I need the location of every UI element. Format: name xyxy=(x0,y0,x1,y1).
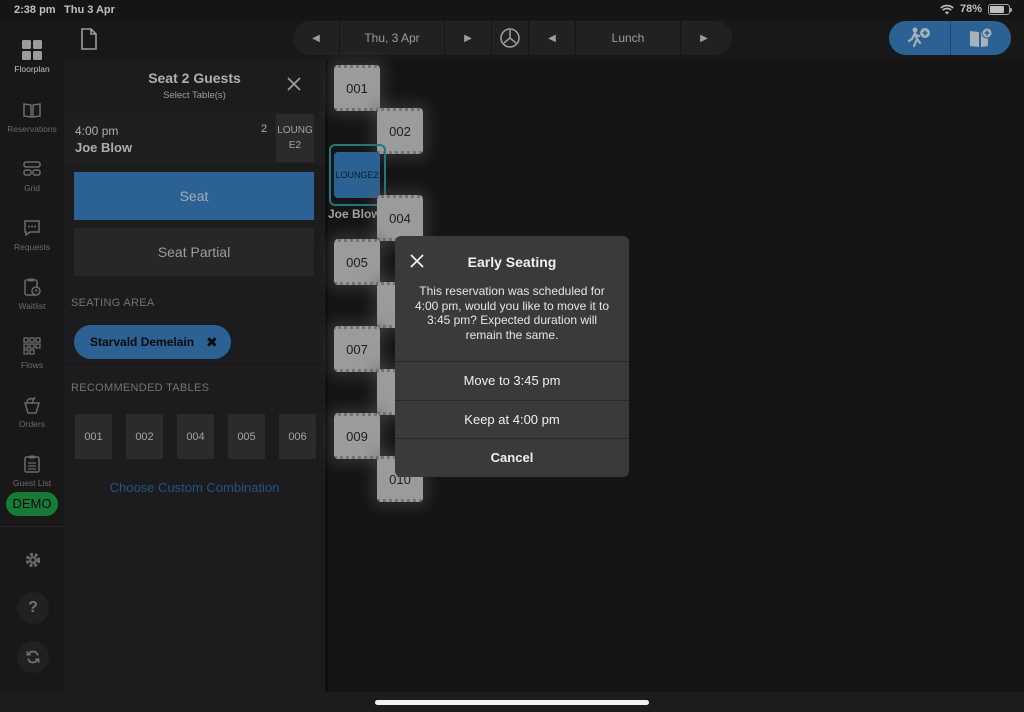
keep-time-button[interactable]: Keep at 4:00 pm xyxy=(395,400,629,438)
early-seating-dialog: Early Seating This reservation was sched… xyxy=(395,236,629,477)
cancel-button[interactable]: Cancel xyxy=(395,438,629,476)
dialog-title: Early Seating xyxy=(467,254,557,270)
move-time-button[interactable]: Move to 3:45 pm xyxy=(395,361,629,399)
home-indicator[interactable] xyxy=(375,700,649,705)
dialog-message: This reservation was scheduled for 4:00 … xyxy=(414,284,610,342)
